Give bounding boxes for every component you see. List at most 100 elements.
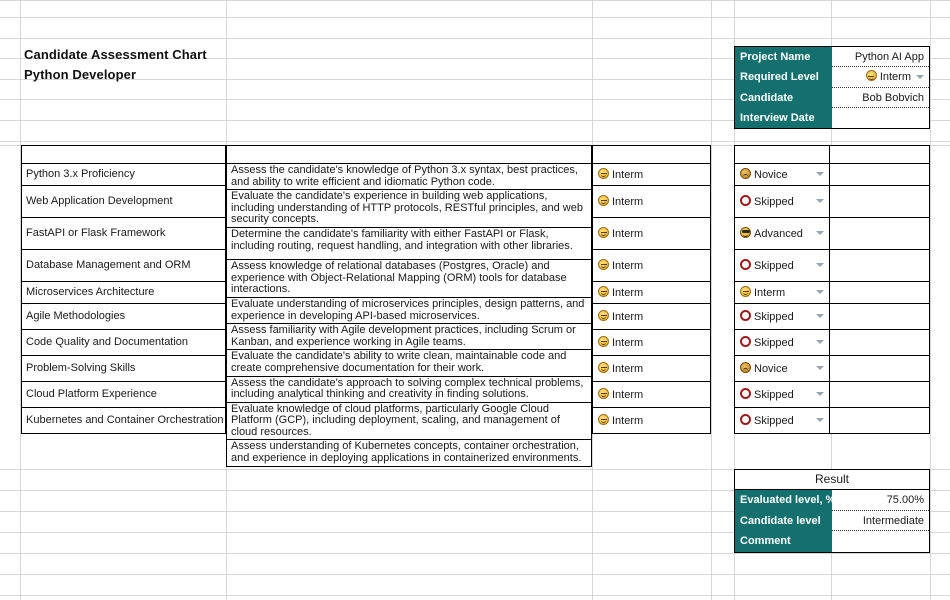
smiley-neutral-icon [865, 70, 877, 82]
table-row: Skipped [733, 302, 930, 330]
smiley-neutral-icon [740, 285, 751, 297]
red-circle-icon [740, 194, 751, 206]
candidate-notes-cell[interactable] [829, 380, 930, 408]
smiley-neutral-icon [598, 226, 609, 238]
skill-column-table: Python 3.x Proficiency Web Application De… [21, 145, 226, 434]
table-row: FastAPI or Flask Framework [21, 216, 226, 250]
candidate-level-dropdown[interactable]: Skipped [733, 328, 831, 356]
gridline-horizontal [0, 141, 950, 142]
required-level-label: Interm [612, 227, 644, 240]
description-column-table: Assess the candidate's knowledge of Pyth… [226, 145, 592, 467]
table-row: Interm [592, 354, 711, 382]
chevron-down-icon[interactable] [816, 314, 825, 319]
skill-description-cell: Evaluate the candidate's experience in b… [226, 189, 592, 228]
skill-description-cell: Evaluate knowledge of cloud platforms, p… [226, 401, 592, 441]
chevron-down-icon[interactable] [816, 366, 825, 371]
required-level-cell: Interm [592, 302, 711, 330]
candidate-notes-cell[interactable] [829, 184, 930, 218]
table-header-cell [21, 145, 226, 164]
table-header-cell [226, 145, 592, 164]
candidate-level-dropdown[interactable]: Interm [733, 281, 831, 304]
candidate-level-dropdown[interactable]: Skipped [733, 248, 831, 283]
candidate-notes-cell[interactable] [829, 302, 930, 330]
required-level-label: Interm [612, 286, 644, 299]
chevron-down-icon[interactable] [916, 74, 924, 79]
table-row: Interm [592, 406, 711, 434]
candidate-level-label: Skipped [754, 195, 794, 208]
result-panel-title: Result [735, 470, 929, 490]
smiley-neutral-icon [598, 309, 609, 321]
result-value-comment [832, 531, 929, 552]
info-value-interview-date[interactable] [832, 108, 929, 128]
smiley-neutral-icon [598, 167, 609, 179]
table-row: Agile Methodologies [21, 302, 226, 330]
skill-name-cell: Problem-Solving Skills [21, 354, 226, 382]
gridline-horizontal [0, 595, 950, 596]
candidate-notes-cell[interactable] [829, 281, 930, 304]
skill-name-cell: Cloud Platform Experience [21, 380, 226, 408]
gridline-horizontal [0, 0, 950, 1]
candidate-notes-cell[interactable] [829, 163, 930, 186]
required-level-cell: Interm [592, 163, 711, 186]
info-label-project-name: Project Name [740, 51, 811, 63]
table-row: Skipped [733, 184, 930, 218]
red-circle-icon [740, 387, 751, 399]
chevron-down-icon[interactable] [816, 172, 825, 177]
table-row: Database Management and ORM [21, 248, 226, 283]
smiley-neutral-icon [598, 194, 609, 206]
chevron-down-icon[interactable] [816, 392, 825, 397]
candidate-level-label: Advanced [754, 227, 803, 240]
required-level-column-table: Interm Interm Interm Interm Interm Interm Inte… [592, 145, 711, 434]
candidate-level-column-table: Novice Skipped Advanced Skipped Interm Skippe… [733, 145, 930, 434]
candidate-level-dropdown[interactable]: Novice [733, 163, 831, 186]
required-level-label: Interm [612, 195, 644, 208]
candidate-level-dropdown[interactable]: Skipped [733, 406, 831, 434]
table-row: Interm [592, 380, 711, 408]
candidate-level-label: Skipped [754, 388, 794, 401]
table-row: Microservices Architecture [21, 281, 226, 304]
skill-name-cell: Code Quality and Documentation [21, 328, 226, 356]
result-label-evaluated-level: Evaluated level, % [740, 494, 836, 506]
candidate-level-dropdown[interactable]: Skipped [733, 184, 831, 218]
candidate-notes-cell[interactable] [829, 248, 930, 283]
table-row: Interm [592, 248, 711, 283]
skill-name-cell: Kubernetes and Container Orchestration [21, 406, 226, 434]
info-label-interview-date: Interview Date [740, 111, 815, 124]
table-row: Determine the candidate's familiarity wi… [226, 226, 592, 261]
candidate-level-dropdown[interactable]: Novice [733, 354, 831, 382]
table-row: Assess the candidate's knowledge of Pyth… [226, 162, 592, 191]
required-level-label: Interm [612, 414, 644, 427]
candidate-level-dropdown[interactable]: Skipped [733, 380, 831, 408]
table-row: Interm [733, 281, 930, 304]
chevron-down-icon[interactable] [816, 418, 825, 423]
candidate-level-dropdown[interactable]: Advanced [733, 216, 831, 250]
candidate-notes-cell[interactable] [829, 354, 930, 382]
chevron-down-icon[interactable] [816, 263, 825, 268]
skill-description-cell: Assess knowledge of relational databases… [226, 259, 592, 298]
table-row: Python 3.x Proficiency [21, 163, 226, 186]
skill-name-cell: Database Management and ORM [21, 248, 226, 283]
chevron-down-icon[interactable] [816, 231, 825, 236]
skill-name-cell: Python 3.x Proficiency [21, 163, 226, 186]
page-subtitle: Python Developer [24, 67, 137, 82]
table-row: Interm [592, 216, 711, 250]
result-value-candidate-level: Intermediate [832, 511, 929, 531]
required-level-cell: Interm [592, 216, 711, 250]
table-row: Skipped [733, 328, 930, 356]
info-value-project-name[interactable]: Python AI App [832, 47, 929, 68]
gridline-horizontal [0, 38, 950, 39]
table-row: Web Application Development [21, 184, 226, 218]
chevron-down-icon[interactable] [816, 340, 825, 345]
project-info-values: Python AI App Interm Bob Bobvich [832, 47, 929, 128]
table-row: Advanced [733, 216, 930, 250]
chevron-down-icon[interactable] [816, 290, 825, 295]
info-label-required-level: Required Level [740, 71, 819, 84]
info-value-required-level[interactable]: Interm [832, 67, 929, 88]
chevron-down-icon[interactable] [816, 199, 825, 204]
spreadsheet-canvas: Candidate Assessment Chart Python Develo… [0, 0, 950, 600]
candidate-notes-cell[interactable] [829, 328, 930, 356]
candidate-level-dropdown[interactable]: Skipped [733, 302, 831, 330]
candidate-notes-cell[interactable] [829, 216, 930, 250]
info-value-candidate[interactable]: Bob Bobvich [832, 88, 929, 108]
candidate-notes-cell[interactable] [829, 406, 930, 434]
